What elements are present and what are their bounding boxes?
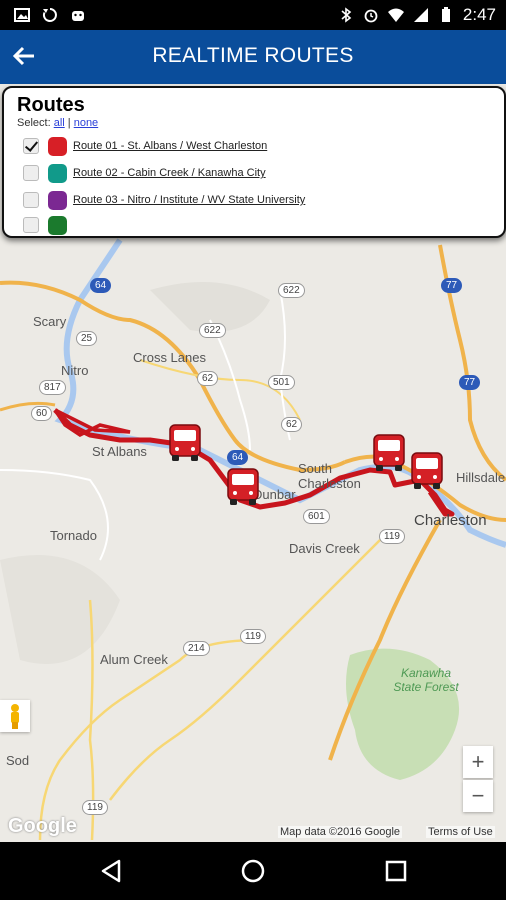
select-separator: | [67, 117, 71, 129]
route-checkbox[interactable] [23, 217, 39, 233]
place-label: Tornado [50, 528, 97, 543]
bluetooth-icon [341, 7, 352, 23]
route-color-swatch [48, 163, 67, 183]
route-label[interactable]: Route 03 - Nitro / Institute / WV State … [73, 194, 305, 206]
place-label: St Albans [92, 444, 147, 459]
route-item[interactable]: Route 01 - St. Albans / West Charleston [23, 134, 267, 158]
highway-shield: 601 [303, 509, 330, 524]
place-label: South Charleston [298, 461, 361, 491]
highway-shield: 501 [268, 375, 295, 390]
nav-recents-icon[interactable] [380, 855, 412, 887]
highway-shield: 214 [183, 641, 210, 656]
select-label: Select: [17, 117, 51, 129]
route-color-swatch [48, 190, 67, 210]
highway-shield: 77 [441, 278, 463, 293]
place-label: Kanawha State Forest [393, 666, 459, 694]
route-label[interactable]: Route 01 - St. Albans / West Charleston [73, 140, 267, 152]
highway-shield: 64 [90, 278, 112, 293]
terms-of-use-link[interactable]: Terms of Use [426, 826, 495, 838]
route-checkbox[interactable] [23, 138, 39, 154]
map-attribution: Map data ©2016 Google [278, 826, 403, 838]
highway-shield: 64 [227, 450, 249, 465]
android-icon [72, 11, 84, 21]
highway-shield: 119 [240, 629, 266, 644]
routes-title: Routes [17, 94, 85, 116]
place-label: Hillsdale [456, 470, 506, 485]
select-none-link[interactable]: none [74, 117, 98, 129]
highway-shield: 60 [31, 406, 53, 421]
place-label: Cross Lanes [133, 350, 206, 365]
page-title: REALTIME ROUTES [152, 44, 354, 67]
route-color-swatch [48, 136, 67, 156]
route-item[interactable]: Route 03 - Nitro / Institute / WV State … [23, 188, 305, 212]
status-bar: 2:47 [0, 0, 506, 30]
highway-shield: 622 [278, 283, 305, 298]
signal-icon [413, 8, 428, 22]
navigation-bar [0, 842, 506, 900]
route-color-swatch [48, 215, 67, 235]
highway-shield: 622 [199, 323, 226, 338]
wifi-icon [387, 8, 404, 22]
zoom-out-button[interactable]: − [463, 780, 493, 812]
street-view-pegman-icon[interactable] [0, 700, 30, 732]
alarm-icon [364, 9, 378, 23]
bus-icon[interactable] [168, 424, 202, 462]
highway-shield: 25 [76, 331, 98, 346]
highway-shield: 62 [197, 371, 219, 386]
bus-icon[interactable] [372, 434, 406, 472]
route-item[interactable]: Route 02 - Cabin Creek / Kanawha City [23, 161, 266, 185]
routes-panel: Routes Select: all | none Route 01 - St.… [2, 86, 506, 238]
status-time: 2:47 [462, 5, 496, 24]
bus-icon[interactable] [410, 452, 444, 490]
place-label: Alum Creek [100, 652, 168, 667]
sync-icon [42, 8, 57, 22]
select-row: Select: all | none [17, 117, 98, 129]
route-checkbox[interactable] [23, 165, 39, 181]
battery-icon [441, 7, 450, 22]
highway-shield: 62 [281, 417, 303, 432]
route-checkbox[interactable] [23, 192, 39, 208]
route-label[interactable]: Route 02 - Cabin Creek / Kanawha City [73, 167, 266, 179]
route-item-partial[interactable] [23, 213, 73, 236]
place-label: Charleston [414, 512, 487, 529]
app-bar: REALTIME ROUTES [0, 30, 506, 84]
zoom-in-button[interactable]: + [463, 746, 493, 778]
select-all-link[interactable]: all [54, 117, 65, 129]
place-label: Sod [6, 753, 30, 768]
nav-home-icon[interactable] [237, 855, 269, 887]
highway-shield: 119 [379, 529, 405, 544]
place-label: Nitro [61, 363, 89, 378]
highway-shield: 77 [459, 375, 481, 390]
google-logo: Google [8, 815, 77, 837]
nav-back-icon[interactable] [95, 855, 127, 887]
gallery-icon [14, 8, 30, 22]
place-label: Davis Creek [289, 541, 360, 556]
bus-icon[interactable] [226, 468, 260, 506]
highway-shield: 119 [82, 800, 108, 815]
highway-shield: 817 [39, 380, 66, 395]
place-label: Scary [33, 314, 67, 329]
